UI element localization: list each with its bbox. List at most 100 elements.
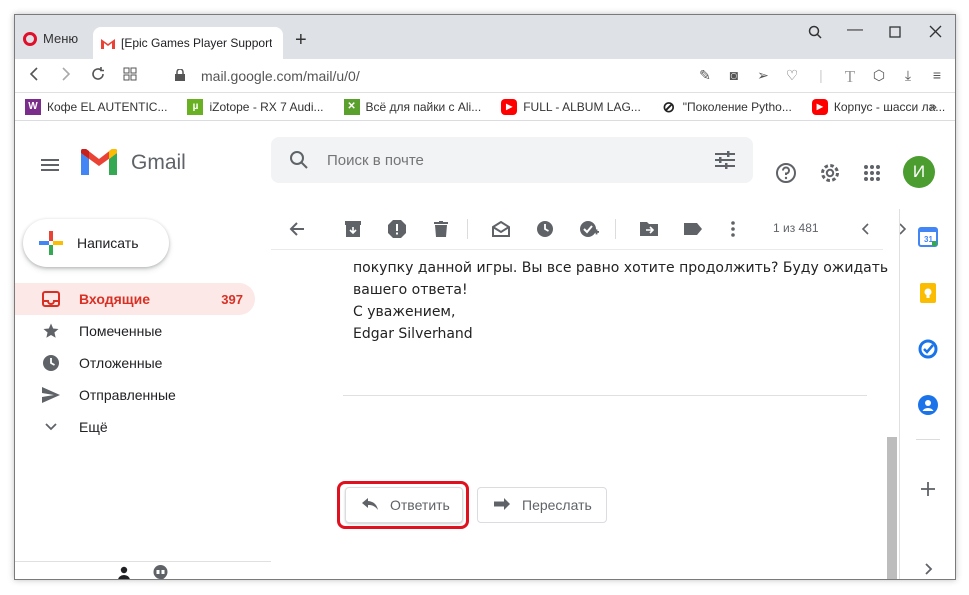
send-icon[interactable]: ➢ [755, 67, 771, 87]
toolbar-divider [467, 219, 468, 239]
snooze-clock-icon[interactable] [535, 219, 555, 239]
report-spam-icon[interactable] [387, 219, 407, 239]
settings-lines-icon[interactable]: ≡ [929, 67, 945, 87]
minimize-icon[interactable]: — [845, 21, 865, 39]
search-options-icon[interactable] [715, 151, 735, 174]
search-tabs-icon[interactable] [805, 25, 825, 44]
sidebar-item-label: Помеченные [79, 323, 163, 339]
browser-window: Меню [Epic Games Player Support + — mail… [14, 14, 956, 580]
add-addon-plus-icon[interactable] [918, 479, 938, 499]
bookmark-label: Кофе EL AUTENTIC... [47, 99, 168, 114]
opera-menu-label: Меню [43, 31, 79, 46]
new-tab-icon[interactable]: + [295, 29, 307, 52]
sidebar-item-sent[interactable]: Отправленные [15, 379, 271, 411]
bookmark-label: Всё для пайки с Ali... [365, 99, 482, 114]
gmail-logo-icon[interactable] [81, 148, 117, 177]
label-icon[interactable] [683, 219, 703, 239]
sidebar-item-more[interactable]: Ещё [15, 411, 271, 443]
sidebar-item-starred[interactable]: Помеченные [15, 315, 271, 347]
mark-unread-icon[interactable] [491, 219, 511, 239]
sidebar-item-label: Ещё [79, 419, 108, 435]
back-icon[interactable] [25, 67, 43, 85]
gmail-app: Gmail И [15, 121, 955, 579]
clock-icon [41, 353, 61, 373]
message-body: покупку данной игры. Вы все равно хотите… [353, 257, 888, 345]
pagination-count: 1 из 481 [773, 221, 819, 235]
sidebar-item-inbox[interactable]: Входящие 397 [15, 283, 255, 315]
star-icon [41, 321, 61, 341]
bookmark-label: "Поколение Pytho... [682, 99, 792, 114]
message-line: С уважением, [353, 304, 456, 320]
bookmark-favicon-icon: ✕ [343, 98, 360, 115]
add-to-tasks-icon[interactable] [579, 219, 599, 239]
opera-menu-button[interactable]: Меню [23, 31, 78, 46]
toolbar-divider [615, 219, 616, 239]
share-icon[interactable]: ✎ [697, 67, 713, 87]
svg-text:31: 31 [924, 235, 933, 244]
download-icon[interactable]: ⤓ [900, 67, 916, 87]
bookmark-item[interactable]: µ iZotope - RX 7 Audi... [187, 98, 324, 115]
translate-icon[interactable]: T [842, 67, 858, 87]
archive-icon[interactable] [343, 219, 363, 239]
side-panel-divider [916, 439, 940, 440]
message-line: вашего ответа! [353, 282, 468, 298]
url-field[interactable]: mail.google.com/mail/u/0/ [201, 68, 360, 84]
bookmark-item[interactable]: ✕ Всё для пайки с Ali... [343, 98, 482, 115]
move-to-icon[interactable] [639, 219, 659, 239]
sidebar-item-label: Отправленные [79, 387, 176, 403]
bookmarks-overflow-icon[interactable]: » [929, 98, 937, 114]
tasks-icon[interactable] [918, 339, 938, 359]
gmail-favicon-icon [101, 38, 115, 49]
camera-icon[interactable]: ◙ [726, 67, 742, 87]
bookmark-favicon-icon: ⊘ [660, 98, 677, 116]
forward-arrow-icon [494, 497, 510, 513]
forward-label: Переслать [522, 497, 592, 513]
bookmark-item[interactable]: ⊘ "Поколение Pytho... [660, 98, 792, 116]
apps-grid-icon[interactable] [863, 164, 881, 187]
bookmark-favicon-icon: µ [187, 98, 204, 115]
heart-icon[interactable]: ♡ [784, 67, 800, 87]
reload-icon[interactable] [89, 67, 107, 85]
back-to-inbox-icon[interactable] [287, 219, 307, 239]
cube-icon[interactable]: ⬡ [871, 67, 887, 87]
hangouts-icon[interactable] [153, 565, 168, 579]
keep-icon[interactable] [918, 283, 938, 303]
message-end-divider [343, 395, 867, 396]
bookmark-item[interactable]: ▶ FULL - ALBUM LAG... [501, 98, 641, 115]
calendar-icon[interactable]: 31 [918, 227, 938, 247]
forward-button[interactable]: Переслать [477, 487, 607, 523]
delete-icon[interactable] [431, 219, 451, 239]
reply-label: Ответить [390, 497, 450, 513]
send-icon [41, 385, 61, 405]
opera-logo-icon [23, 31, 37, 46]
reply-arrow-icon [362, 497, 378, 513]
maximize-icon[interactable] [885, 25, 905, 43]
reply-button[interactable]: Ответить [345, 487, 463, 523]
sidebar-item-label: Отложенные [79, 355, 163, 371]
more-vert-icon[interactable] [723, 219, 743, 239]
close-window-icon[interactable] [925, 25, 945, 43]
compose-button[interactable]: Написать [23, 219, 169, 267]
contacts-person-icon[interactable] [117, 566, 131, 579]
speed-dial-icon[interactable] [121, 67, 139, 85]
forward-icon[interactable] [57, 67, 75, 85]
message-scrollbar[interactable] [887, 437, 897, 579]
search-input[interactable] [327, 137, 687, 183]
settings-gear-icon[interactable] [819, 162, 841, 189]
search-icon[interactable] [289, 150, 309, 175]
inbox-icon [41, 289, 61, 309]
sidebar-item-snoozed[interactable]: Отложенные [15, 347, 271, 379]
bookmark-label: FULL - ALBUM LAG... [523, 99, 641, 114]
newer-chevron-icon[interactable] [855, 219, 875, 239]
browser-tab-active[interactable]: [Epic Games Player Support [93, 27, 283, 59]
bookmark-item[interactable]: W Кофе EL AUTENTIC... [25, 98, 168, 115]
chevron-down-icon [41, 417, 61, 437]
bookmark-item[interactable]: ▶ Корпус - шасси ла... [811, 98, 945, 115]
main-menu-icon[interactable] [41, 159, 59, 171]
expand-panel-chevron-icon[interactable] [918, 559, 938, 579]
contacts-icon[interactable] [918, 395, 938, 415]
account-avatar[interactable]: И [903, 156, 935, 188]
inbox-unread-count: 397 [221, 291, 243, 307]
help-icon[interactable] [775, 162, 797, 189]
message-top-divider [271, 249, 883, 250]
